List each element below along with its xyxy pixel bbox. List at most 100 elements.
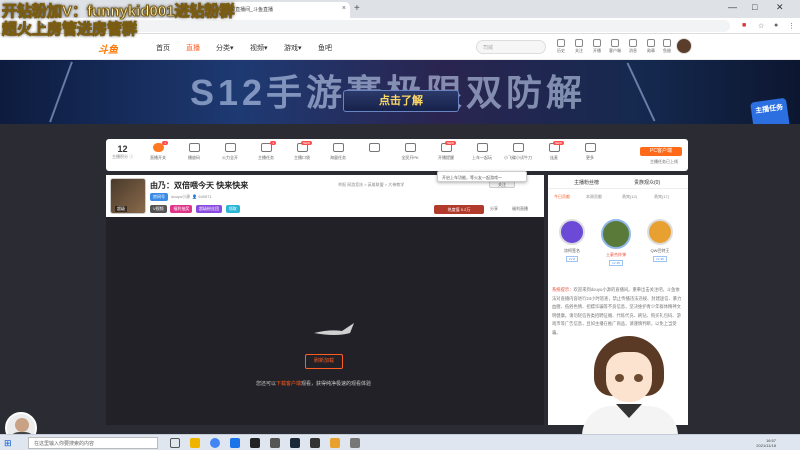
app-icon[interactable] xyxy=(270,438,280,448)
tool-live-switch[interactable]: 直播开关 1 xyxy=(144,141,172,161)
tool-label: 主播口袋 xyxy=(294,155,310,160)
claim-chip[interactable]: 领取 xyxy=(225,205,240,213)
follow-icon[interactable]: 关注 xyxy=(570,39,588,54)
search-input[interactable]: 司威 xyxy=(476,40,546,54)
room-id: douyu小源 xyxy=(171,194,191,199)
tool-gift[interactable] xyxy=(360,143,388,155)
user-avatar[interactable] xyxy=(676,38,692,54)
stream-category[interactable]: 举报 网游竞技 > 英雄联盟 > 大神教学 xyxy=(338,182,404,188)
tool-stream-code[interactable]: 播放码 xyxy=(180,143,208,161)
nav-category[interactable]: 分类▾ xyxy=(216,43,234,53)
broadcast-icon[interactable]: 开播 xyxy=(588,39,606,54)
bookmark-icon[interactable]: ☆ xyxy=(758,22,764,30)
app-icon[interactable] xyxy=(330,438,340,448)
close-window-button[interactable]: ✕ xyxy=(776,2,784,13)
tool-mass-tasks[interactable]: 海量任务 xyxy=(324,143,352,161)
tool-link-mic[interactable]: 连麦 NEW xyxy=(540,141,568,161)
tool-carpool[interactable]: 上车一起玩 xyxy=(468,143,496,161)
new-tab-button[interactable]: + xyxy=(354,3,360,14)
nav-video[interactable]: 视频▾ xyxy=(250,43,268,53)
stream-title: 由乃：双倍喂今天 快来快来 xyxy=(150,181,249,190)
client-icon[interactable]: 客户端 xyxy=(606,39,624,54)
fan-club-chip[interactable]: 超级粉丝团 xyxy=(196,205,223,213)
obs-icon[interactable] xyxy=(250,438,260,448)
refresh-load-button[interactable]: 刷新加载 xyxy=(305,354,343,369)
download-client-link[interactable]: 下载客户端 xyxy=(276,381,301,387)
tool-tasks[interactable]: 主播任务 3 xyxy=(252,141,280,161)
nav-yuba[interactable]: 鱼吧 xyxy=(318,43,332,53)
rank-tabs: 今日贡献 本周贡献 贵宾(12) 贵宾(17) xyxy=(548,191,688,203)
menu-icon[interactable]: ⋮ xyxy=(788,22,795,30)
minimize-button[interactable]: — xyxy=(728,2,737,12)
profile-icon[interactable]: ● xyxy=(774,22,778,29)
promo-banner[interactable]: S12手游赛极限双防解 点击了解 主播任务 xyxy=(0,60,800,124)
lottery-chip[interactable]: 福利抽奖 xyxy=(170,205,193,213)
fin-icon[interactable]: 鱼翅 xyxy=(658,39,676,54)
medal-icon-glyph xyxy=(647,39,655,47)
tab-today[interactable]: 今日贡献 xyxy=(554,194,570,200)
app-icon[interactable] xyxy=(230,438,240,448)
tool-badge: 3 xyxy=(270,141,276,145)
rank-item[interactable]: QW巴特王 LV 36 xyxy=(640,219,680,262)
app-icon[interactable] xyxy=(310,438,320,448)
banner-cta-button[interactable]: 点击了解 xyxy=(343,90,459,112)
carpool-tooltip: 开启上车功能，等火友一起游戏～ xyxy=(437,171,527,182)
tab-week[interactable]: 本周贡献 xyxy=(586,194,602,200)
tool-label: 播放码 xyxy=(188,155,200,160)
rank-item[interactable]: 凉柯签名 LV 8 xyxy=(552,219,592,262)
streamer-task-badge[interactable]: 主播任务 xyxy=(750,97,790,124)
rank-level: LV 8 xyxy=(566,256,578,262)
rank-avatar xyxy=(559,219,585,245)
file-explorer-icon[interactable] xyxy=(190,438,200,448)
tool-reminder[interactable]: 开播提醒 NEW xyxy=(432,141,460,161)
taskbar-search[interactable]: 在这里输入你要搜索的内容 xyxy=(28,437,158,449)
nav-live[interactable]: 直播 xyxy=(186,43,200,53)
message-icon[interactable]: 消息 xyxy=(624,39,642,54)
tool-pk[interactable]: 全民开PK xyxy=(396,143,424,161)
rank-item[interactable]: 土豪杰炸弹 LV 45 xyxy=(596,219,636,266)
share-button[interactable]: 分享 xyxy=(490,206,498,212)
rank-name: 凉柯签名 xyxy=(564,248,580,253)
nav-game[interactable]: 游戏▾ xyxy=(284,43,302,53)
tool-firepower[interactable]: 火力全开 xyxy=(216,143,244,161)
task-view-icon[interactable] xyxy=(170,438,180,448)
tab-vip12[interactable]: 贵宾(12) xyxy=(622,194,637,200)
rank-name: 土豪杰炸弹 xyxy=(606,252,626,257)
history-icon[interactable]: 历史 xyxy=(552,39,570,54)
app-icon[interactable] xyxy=(350,438,360,448)
maximize-button[interactable]: □ xyxy=(752,2,757,12)
heat-button[interactable]: 热度值 0.2万 xyxy=(434,205,484,214)
screen: ...的直播间_斗鱼直播 × + — □ ✕ ← → ⟳ ⌂ ■ ☆ ● ⋮ 斗… xyxy=(0,0,800,450)
tab-noble-viewers[interactable]: 贵族观众(0) xyxy=(634,179,660,186)
start-button[interactable]: ⊞ xyxy=(4,438,12,449)
browser-tab[interactable]: ...的直播间_斗鱼直播 × xyxy=(220,2,350,18)
video-player[interactable]: 超级 由乃：双倍喂今天 快来快来 举报 网游竞技 > 英雄联盟 > 大神教学 关… xyxy=(106,175,544,425)
tool-pocket[interactable]: 主播口袋 NEW xyxy=(288,141,316,161)
tool-ufo[interactable]: 小飞碟小试牛刀 xyxy=(504,143,532,161)
video-chip[interactable]: V视频 xyxy=(150,205,167,213)
tool-more[interactable]: 更多 xyxy=(576,143,604,161)
broadcast-icon-glyph xyxy=(593,39,601,47)
tip-prefix: 您还可以 xyxy=(256,381,277,387)
tool-label: 全民开PK xyxy=(401,155,419,160)
welfare-button[interactable]: 福利直播 xyxy=(512,206,528,212)
tool-label: 开播提醒 xyxy=(438,155,454,160)
pc-client-button[interactable]: PC客户端 xyxy=(640,147,682,156)
tool-badge: NEW xyxy=(445,141,456,145)
douyu-logo[interactable]: 斗鱼 xyxy=(98,41,118,56)
system-clock[interactable]: 16:57 2021/11/18 xyxy=(716,438,776,448)
avatar-badge: 超级 xyxy=(115,206,127,212)
overlay-text-line2: 超火上房管进房管群 xyxy=(1,21,138,39)
steam-icon[interactable] xyxy=(290,438,300,448)
system-message-text: 欢迎来到douyu小源的直播间。重拳出击关注吧。斗鱼依法对直播内容进行24小时巡… xyxy=(552,287,682,335)
tool-label: 上车一起玩 xyxy=(472,155,492,160)
chrome-icon[interactable] xyxy=(210,438,220,448)
extension-icon[interactable]: ■ xyxy=(742,22,746,29)
streamer-avatar[interactable]: 超级 xyxy=(110,178,146,214)
nav-home[interactable]: 首页 xyxy=(156,43,170,53)
tab-vip17[interactable]: 贵宾(17) xyxy=(654,194,669,200)
url-field[interactable] xyxy=(80,20,730,32)
tab-fan-rank[interactable]: 主播粉丝榜 xyxy=(574,179,599,186)
close-tab-icon[interactable]: × xyxy=(342,5,346,12)
level-box[interactable]: 12 主播积分 ⓘ xyxy=(112,144,133,160)
